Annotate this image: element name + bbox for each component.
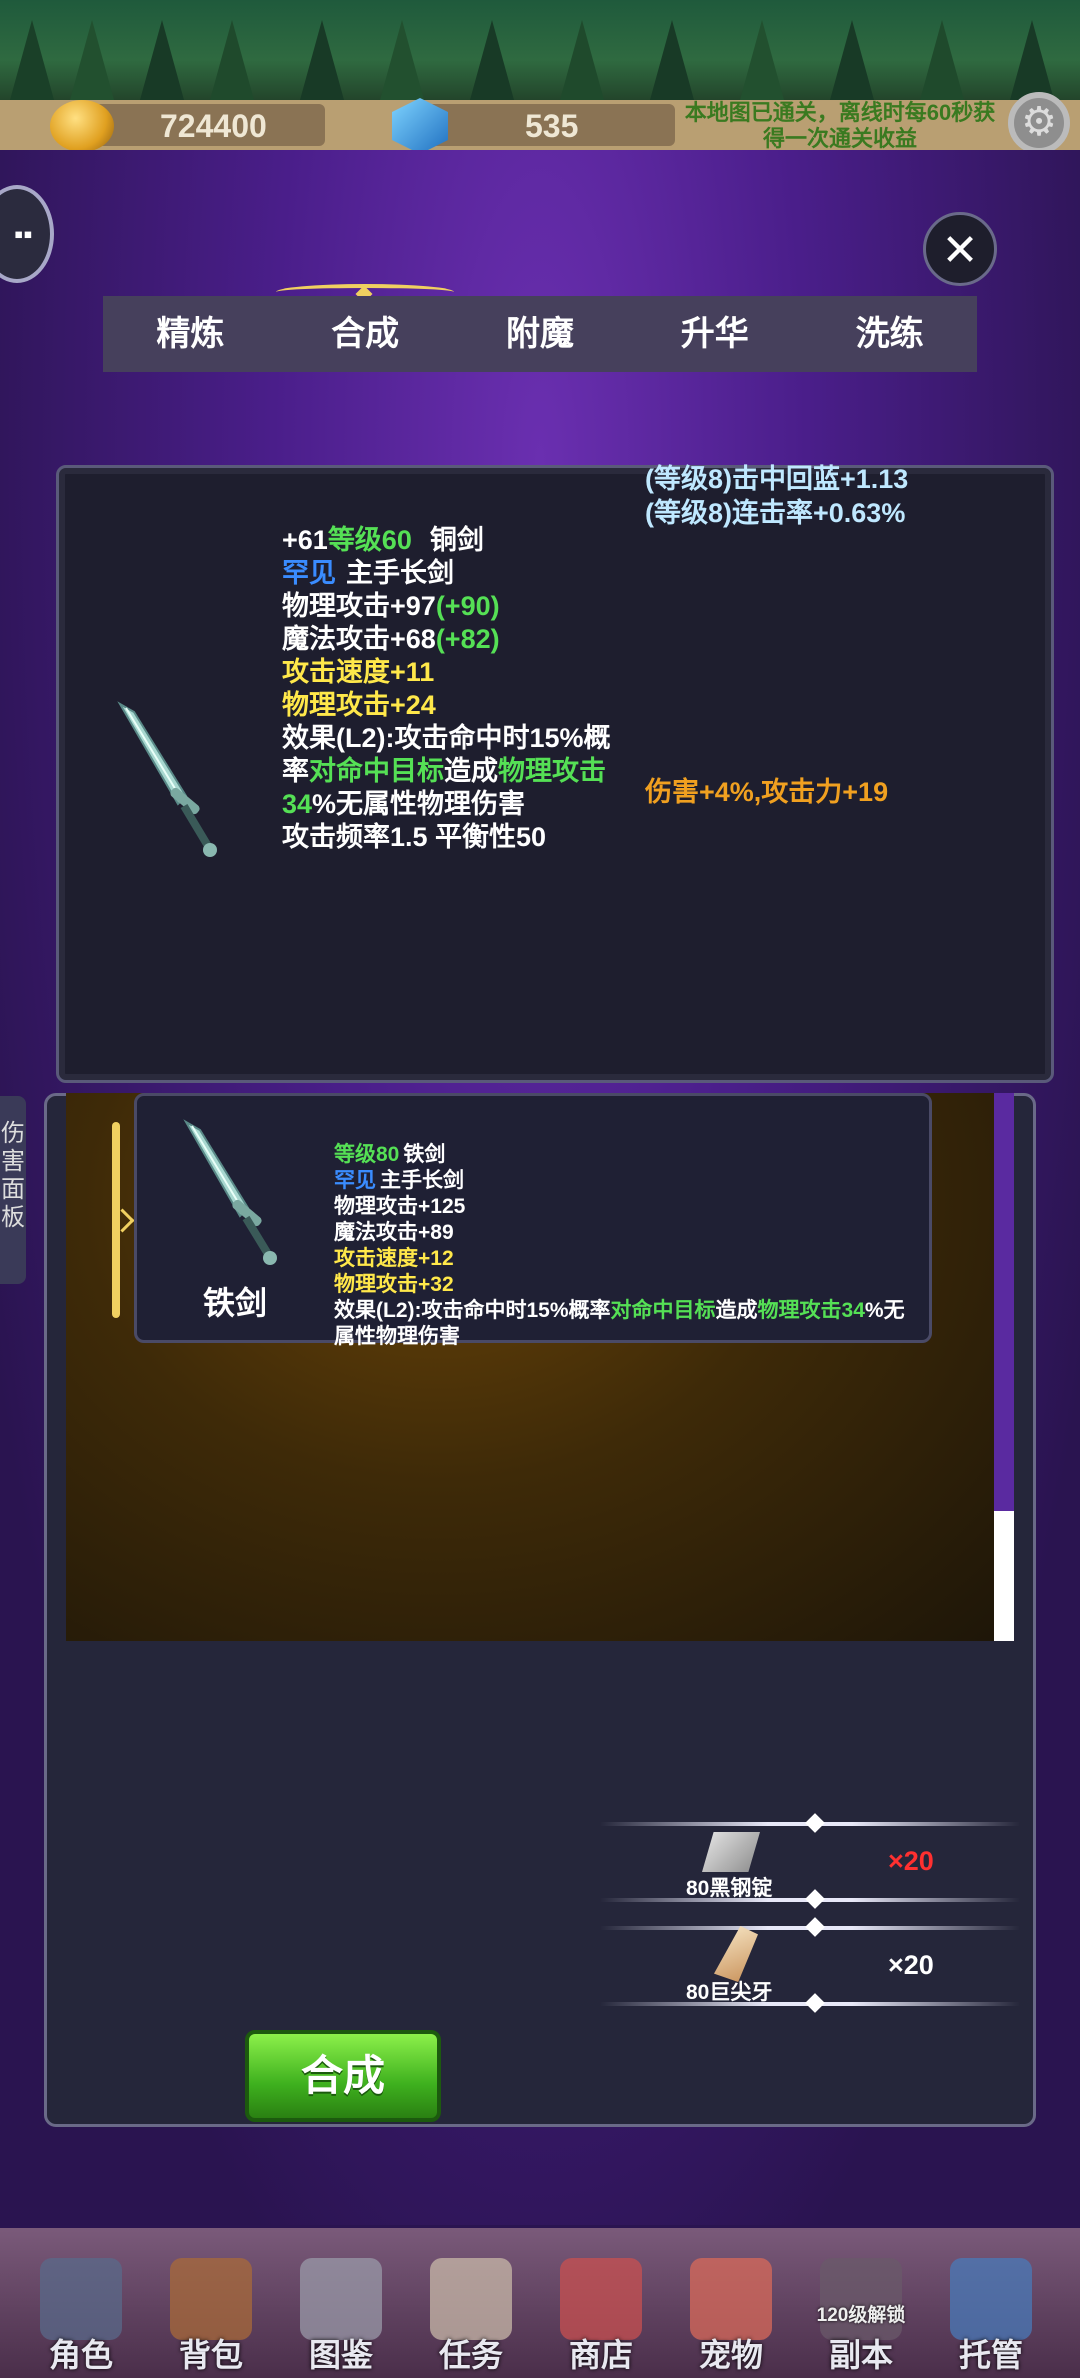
magic-atk-bonus: (+82) [435,624,500,654]
nav-quest[interactable]: 任务 [416,2258,526,2378]
effect-line-2b: 对命中目标 [309,756,444,786]
nav-label: 角色 [48,2337,113,2373]
scroll-icon [430,2258,512,2340]
target-effect-1: 效果(L2):攻击命中时15%概率 [334,1299,611,1322]
nav-label: 副本 [828,2337,893,2373]
target-type: 主手长剑 [380,1169,464,1192]
target-title: 铁剑 [403,1143,446,1166]
tab-reforge[interactable]: 洗练 [802,296,977,372]
backpack-icon [170,2258,252,2340]
meat-icon [690,2258,772,2340]
sword-icon [112,700,222,860]
item-rarity: 罕见 [282,558,336,588]
magic-atk: 魔法攻击+68 [282,624,436,654]
target-magic-atk: 魔法攻击+89 [334,1221,454,1244]
target-rarity: 罕见 [334,1169,376,1192]
tab-bar: 精炼 合成 附魔 升华 洗练 [103,296,977,372]
nav-auto[interactable]: 托管 [936,2258,1046,2378]
phys-atk-bonus: (+90) [435,591,500,621]
nav-pet[interactable]: 宠物 [676,2258,786,2378]
set-bonus-1: (等级8)击中回蓝+1.13 [645,464,909,494]
calendar-icon [950,2258,1032,2340]
nav-label: 商店 [568,2337,633,2373]
effect-line-3b: %无属性物理伤害 [312,789,526,819]
dungeon-unlock-note: 120级解锁 [816,2305,906,2326]
nav-bag[interactable]: 背包 [156,2258,266,2378]
offline-notice: 本地图已通关，离线时每60秒获得一次通关收益 [684,100,996,151]
target-level: 等级80 [334,1143,400,1166]
target-phys-atk: 物理攻击+125 [334,1195,466,1218]
item-name: 铜剑 [429,525,484,555]
attack-frequency: 攻击频率1.5 平衡性50 [282,822,547,852]
settings-gear-icon[interactable]: ⚙ [1008,92,1070,154]
tab-sublimate[interactable]: 升华 [627,296,802,372]
atk-speed: 攻击速度+11 [282,657,435,687]
target-effect-6: 属性物理伤害 [334,1325,460,1348]
nav-shop[interactable]: 商店 [546,2258,656,2378]
target-effect-3: 造成 [715,1299,758,1322]
item-type: 主手长剑 [346,558,454,588]
damage-panel-tab[interactable]: 伤害面板 [0,1096,26,1284]
nav-label: 背包 [178,2337,243,2373]
nav-codex[interactable]: 图鉴 [286,2258,396,2378]
iron-sword-icon [178,1118,288,1278]
target-effect-4: 物理攻击34 [757,1299,865,1322]
craft-button[interactable]: 合成 [245,2030,441,2122]
helmet-icon [40,2258,122,2340]
target-effect-2: 对命中目标 [610,1299,716,1322]
nav-label: 宠物 [698,2337,763,2373]
effect-line-1: 效果(L2):攻击命中时15%概 [282,723,611,753]
nav-label: 图鉴 [308,2337,373,2373]
gold-amount: 724400 [160,108,267,144]
skull-icon [820,2258,902,2340]
book-icon [300,2258,382,2340]
shop-icon [560,2258,642,2340]
target-atk-speed: 攻击速度+12 [334,1247,454,1270]
nav-label: 托管 [958,2337,1023,2373]
tab-refine[interactable]: 精炼 [103,296,278,372]
nav-character[interactable]: 角色 [26,2258,136,2378]
effect-line-2c: 造成 [444,756,498,786]
close-button[interactable]: ✕ [923,212,997,286]
recipe-scroll-thumb[interactable] [994,1511,1014,1641]
gold-coin-icon [50,100,114,152]
effect-line-3a: 34 [282,789,313,819]
material-count: ×20 [888,1846,934,1876]
phys-atk-extra: 物理攻击+24 [282,690,436,720]
item-level: 等级60 [327,525,412,555]
gem-amount: 535 [525,108,579,144]
refine-level: +61 [282,525,328,555]
effect-line-2d: 物理攻击 [498,756,606,786]
target-effect-5: %无 [864,1299,905,1322]
set-bonus-2: (等级8)连击率+0.63% [645,498,906,528]
recipe-item-name: 铁剑 [202,1285,267,1321]
target-phys-atk-extra: 物理攻击+32 [334,1273,454,1296]
extra-bonus: 伤害+4%,攻击力+19 [645,777,889,807]
tab-craft[interactable]: 合成 [278,296,453,372]
nav-label: 任务 [438,2337,503,2373]
tab-enchant[interactable]: 附魔 [453,296,628,372]
forest-background [0,0,1080,100]
material-count: ×20 [888,1950,934,1980]
phys-atk: 物理攻击+97 [282,591,436,621]
effect-line-2a: 率 [282,756,309,786]
